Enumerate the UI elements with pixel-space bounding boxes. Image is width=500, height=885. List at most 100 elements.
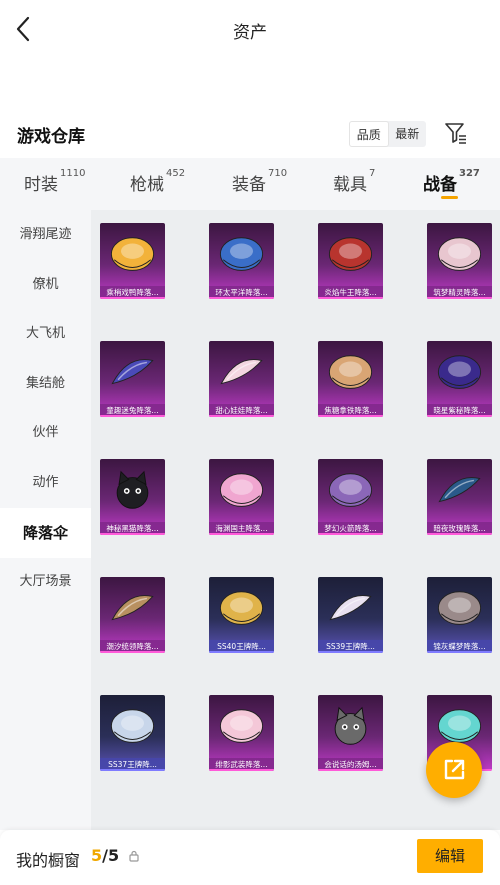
tab-label: 装备 [232,175,266,195]
tab-fashion[interactable]: 时装1110 [24,168,86,200]
showcase-count: 5/5 [91,846,119,865]
warehouse-title: 游戏仓库 [17,127,85,147]
parachute-item-card[interactable]: 焦糖拿铁降落... [318,341,383,417]
parachute-image [110,237,155,271]
sidebar-item-wingman[interactable]: 僚机 [0,260,91,310]
rarity-strip [100,297,165,299]
parachute-item-card[interactable]: SS37王牌降... [100,695,165,771]
tab-count: 1110 [60,168,86,179]
parachute-item-card[interactable]: 甜心娃娃降落... [209,341,274,417]
category-tabs: 时装1110 枪械452 装备710 载具7 战备327 [0,158,500,210]
rarity-strip [318,769,383,771]
page-title: 资产 [233,23,267,43]
rarity-strip [318,297,383,299]
parachute-image [111,359,154,385]
tab-count: 327 [459,168,480,179]
parachute-item-card[interactable]: 海渊国主降落... [209,459,274,535]
parachute-image [111,595,154,621]
parachute-item-card[interactable]: SS39王牌降... [318,577,383,653]
parachute-image [219,709,264,743]
tab-count: 7 [369,168,376,179]
sidebar-item-emote[interactable]: 动作 [0,458,91,508]
sidebar-item-rally-pod[interactable]: 集结舱 [0,359,91,409]
parachute-image [110,709,155,743]
tab-count: 452 [166,168,186,179]
parachute-item-card[interactable]: 童趣迷兔降落... [100,341,165,417]
parachute-item-card[interactable]: 筑梦精灵降落... [427,223,492,299]
rarity-strip [318,533,383,535]
parachute-image [437,591,482,625]
parachute-item-card[interactable]: 暗夜玫瑰降落... [427,459,492,535]
showcase-bar: 我的橱窗 5/5 编辑 [0,830,500,885]
sidebar-item-glide-trail[interactable]: 滑翔尾迹 [0,210,91,260]
tab-label: 枪械 [130,175,164,195]
showcase-total: 5 [107,846,120,865]
asset-page: 资产 游戏仓库 品质 最新 时装1110 枪械452 装备710 载具7 战备3… [0,0,500,885]
rarity-strip [318,415,383,417]
parachute-image [219,591,264,625]
share-icon [444,759,465,780]
parachute-image [328,237,373,271]
edit-button[interactable]: 编辑 [417,839,483,873]
rarity-strip [209,651,274,653]
rarity-strip [427,297,492,299]
rarity-strip [427,651,492,653]
tab-guns[interactable]: 枪械452 [130,168,186,200]
parachute-image [219,237,264,271]
sidebar-item-airplane[interactable]: 大飞机 [0,309,91,359]
share-button[interactable] [426,742,482,798]
active-tab-indicator [441,196,458,199]
sidebar-item-lobby-scene[interactable]: 大厅场景 [0,557,91,607]
parachute-image [437,355,482,389]
parachute-image [219,473,264,507]
parachute-image [438,477,481,503]
lock-icon [129,850,139,862]
parachute-item-card[interactable]: 潮汐统领降落... [100,577,165,653]
item-grid: 乘梢戏鸭降落... 环太平洋降落... 炎焰牛王降落... 筑梦精灵降落... 童趣迷兔… [91,210,500,830]
tab-equipment[interactable]: 装备710 [232,168,288,200]
parachute-item-card[interactable]: 神秘黑猫降落... [100,459,165,535]
rarity-strip [100,415,165,417]
rarity-strip [209,415,274,417]
filter-button[interactable] [444,121,468,145]
parachute-item-card[interactable]: 梦幻火箭降落... [318,459,383,535]
rarity-strip [100,651,165,653]
parachute-item-card[interactable]: 环太平洋降落... [209,223,274,299]
sidebar-item-parachute[interactable]: 降落伞 [0,508,91,558]
rarity-strip [427,415,492,417]
sort-toggle: 品质 最新 [349,121,426,147]
parachute-image [334,706,367,745]
rarity-strip [427,533,492,535]
rarity-strip [100,533,165,535]
parachute-item-card[interactable]: 炎焰牛王降落... [318,223,383,299]
tab-label: 战备 [423,175,457,195]
parachute-image [328,473,373,507]
rarity-strip [209,769,274,771]
parachute-item-card[interactable]: 绯影武装降落... [209,695,274,771]
sort-latest-button[interactable]: 最新 [389,121,427,147]
tab-count: 710 [268,168,288,179]
tab-label: 载具 [333,175,367,195]
parachute-item-card[interactable]: 乘梢戏鸭降落... [100,223,165,299]
rarity-strip [209,297,274,299]
rarity-strip [100,769,165,771]
tab-vehicles[interactable]: 载具7 [333,168,376,200]
parachute-image [328,355,373,389]
parachute-item-card[interactable]: SS40王牌降... [209,577,274,653]
tab-label: 时装 [24,175,58,195]
parachute-item-card[interactable]: 会说话的汤姆... [318,695,383,771]
parachute-item-card[interactable]: 晓星紫秘降落... [427,341,492,417]
filter-icon [445,123,466,144]
sort-quality-button[interactable]: 品质 [349,121,389,147]
top-bar: 资产 [0,0,500,58]
rarity-strip [318,651,383,653]
rarity-strip [209,533,274,535]
parachute-image [220,359,263,385]
parachute-image [437,237,482,271]
showcase-label: 我的橱窗 [16,851,81,870]
sidebar-item-companion[interactable]: 伙伴 [0,408,91,458]
parachute-image [329,595,372,621]
sidebar: 滑翔尾迹 僚机 大飞机 集结舱 伙伴 动作 降落伞 大厅场景 [0,210,91,830]
parachute-item-card[interactable]: 锦灰蝶梦降落... [427,577,492,653]
showcase-current: 5 [91,846,103,865]
